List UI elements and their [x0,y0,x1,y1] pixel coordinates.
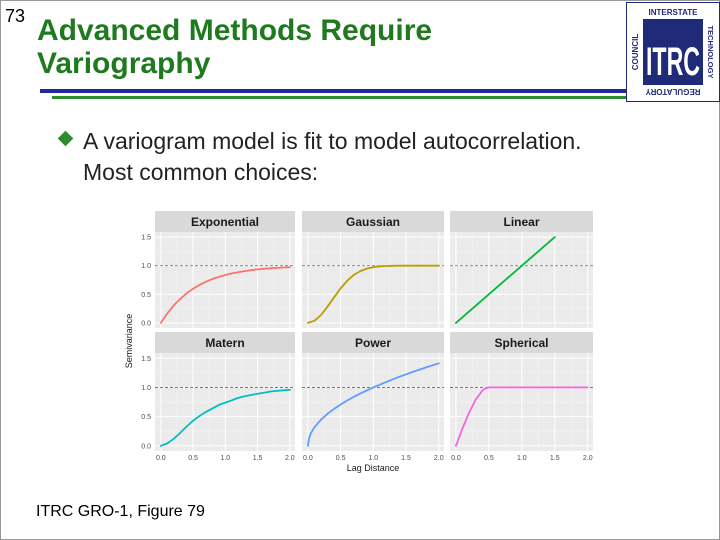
itrc-logo: ITRC INTERSTATE REGULATORY COUNCIL TECHN… [626,2,720,102]
facet-title: Gaussian [346,215,400,229]
facet-title: Exponential [191,215,259,229]
x-tick-label: 0.5 [188,455,198,462]
y-tick-label: 0.5 [141,292,151,299]
bullet-text: A variogram model is fit to model autoco… [83,126,643,188]
variogram-facet-chart: Exponential 0.0 0.5 1.0 1.5 Gaussian Linear Mat… [124,211,593,473]
y-tick-label: 1.5 [141,356,151,363]
slide-title: Advanced Methods Require Variography [37,14,432,80]
x-tick-label: 1.0 [368,455,378,462]
facet-title: Spherical [494,336,548,350]
facet-title: Matern [205,336,244,350]
title-rule-blue [40,89,626,93]
y-tick-label: 1.5 [141,235,151,242]
x-tick-label: 0.5 [484,455,494,462]
y-tick-label: 0.0 [141,320,151,327]
x-tick-label: 1.5 [550,455,560,462]
facet-linear: Linear [450,211,593,328]
logo-left: COUNCIL [631,34,640,71]
title-line-1: Advanced Methods Require [37,14,433,47]
title-line-2: Variography [37,47,211,80]
figure-caption: ITRC GRO-1, Figure 79 [36,503,205,520]
facet-exponential: Exponential 0.0 0.5 1.0 1.5 [141,211,295,328]
title-rule-green [52,96,626,99]
facet-title: Power [355,336,391,350]
x-tick-label: 1.0 [220,455,230,462]
bullet-line-2: Most common choices: [83,159,319,185]
logo-main: ITRC [646,40,700,84]
facet-matern: Matern 0.0 0.5 1.0 1.5 0.0 0.5 1.0 1.5 2.0 [141,332,295,462]
y-tick-label: 1.0 [141,385,151,392]
x-tick-label: 0.0 [303,455,313,462]
y-tick-label: 0.5 [141,414,151,421]
logo-top: INTERSTATE [648,8,698,17]
y-tick-label: 0.0 [141,443,151,450]
logo-right: TECHNOLOGY [706,26,715,79]
x-tick-label: 2.0 [583,455,593,462]
facet-gaussian: Gaussian [302,211,444,328]
facet-title: Linear [503,215,539,229]
x-tick-label: 0.0 [156,455,166,462]
x-tick-label: 2.0 [434,455,444,462]
x-tick-label: 1.5 [401,455,411,462]
slide-number: 73 [5,6,26,26]
y-axis-label: Semivariance [124,314,134,369]
x-tick-label: 1.0 [517,455,527,462]
facet-spherical: Spherical 0.0 0.5 1.0 1.5 2.0 [450,332,593,462]
facet-power: Power 0.0 0.5 1.0 1.5 2.0 [302,332,444,462]
logo-bottom: REGULATORY [645,87,701,96]
x-tick-label: 0.5 [336,455,346,462]
x-axis-label: Lag Distance [347,463,400,473]
x-tick-label: 2.0 [285,455,295,462]
x-tick-label: 1.5 [253,455,263,462]
y-tick-label: 1.0 [141,263,151,270]
bullet-line-1: A variogram model is fit to model autoco… [83,128,582,154]
x-tick-label: 0.0 [451,455,461,462]
